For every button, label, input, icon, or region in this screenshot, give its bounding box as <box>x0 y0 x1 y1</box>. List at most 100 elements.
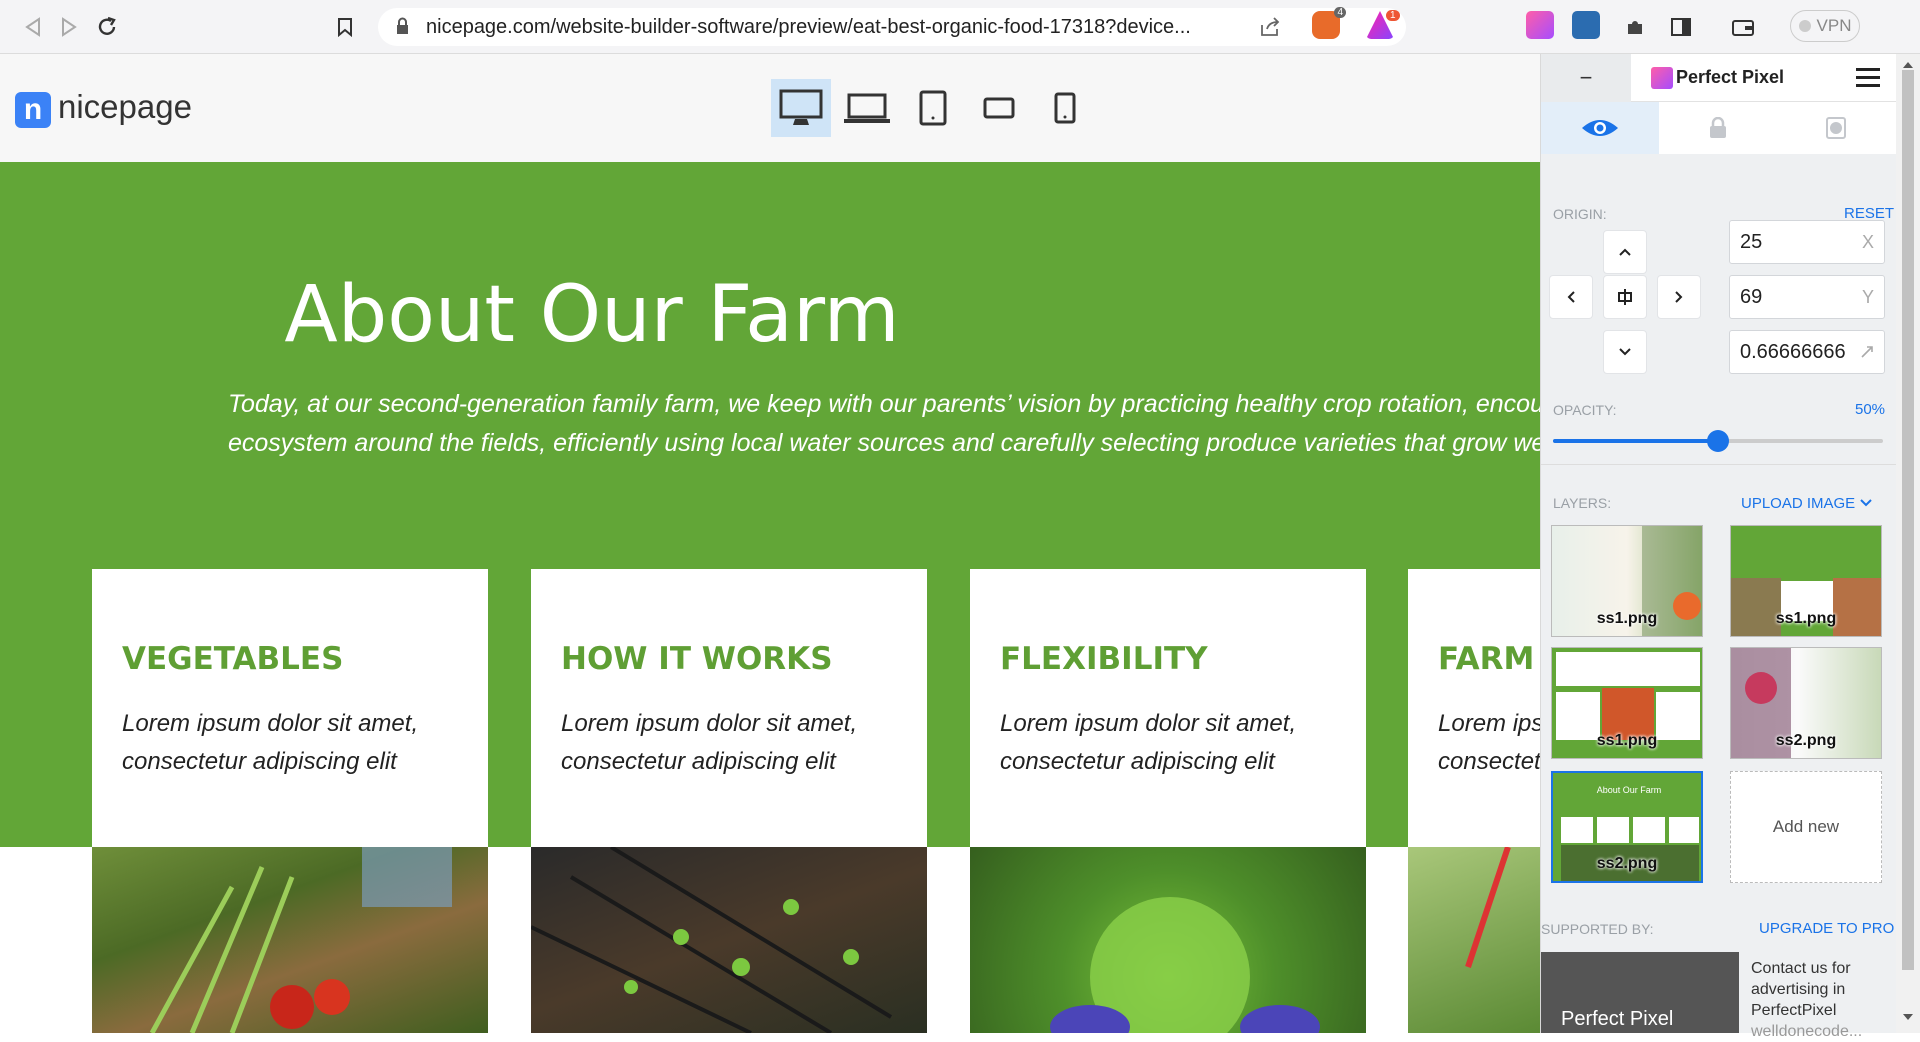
vpn-label: VPN <box>1816 16 1852 35</box>
y-value: 69 <box>1740 285 1763 308</box>
card-title: VEGETABLES <box>122 641 344 677</box>
wallet-icon[interactable] <box>1728 12 1758 42</box>
chevron-down-icon <box>1860 499 1873 507</box>
share-icon[interactable] <box>1255 12 1285 42</box>
x-suffix: X <box>1861 231 1874 252</box>
scale-input[interactable]: 0.66666666 <box>1729 330 1885 374</box>
minimize-button[interactable]: − <box>1541 54 1631 102</box>
card-text: Lorem ipsum dolor sit amet,consectetur a… <box>1000 710 1297 775</box>
layer-name: ss1.png <box>1596 610 1658 627</box>
origin-x-input[interactable]: 25 X <box>1729 220 1885 264</box>
ad-image[interactable]: Perfect Pixel <box>1541 952 1739 1033</box>
preview-page: n nicepage About Our Farm Today, at our … <box>0 54 1540 1033</box>
center-icon <box>1618 289 1632 305</box>
lock-icon <box>397 17 408 34</box>
x-value: 25 <box>1740 230 1763 253</box>
layer-thumbnail[interactable]: ss1.png <box>1730 525 1882 637</box>
seedlings-photo <box>531 847 927 1033</box>
vegetables-photo <box>92 847 488 1033</box>
feature-card: VEGETABLES Lorem ipsum dolor sit amet, co… <box>92 569 488 847</box>
lock-tab[interactable] <box>1659 102 1777 154</box>
url-text: nicepage.com/website-builder-software/pr… <box>426 15 1191 38</box>
invert-icon <box>1826 117 1846 139</box>
bookmark-icon[interactable] <box>330 12 360 42</box>
resize-icon <box>1861 346 1873 358</box>
sidebar-icon[interactable] <box>1666 12 1696 42</box>
layer-thumbnail[interactable]: ss1.png <box>1551 647 1703 759</box>
layer-name: ss2.png <box>1596 855 1658 872</box>
y-suffix: Y <box>1861 286 1874 307</box>
nicepage-header: n nicepage <box>0 54 1540 162</box>
upload-image-link[interactable]: UPLOAD IMAGE <box>1741 495 1873 512</box>
panel-title: Perfect Pixel <box>1676 67 1785 87</box>
move-up-button[interactable] <box>1603 230 1647 274</box>
invert-tab[interactable] <box>1777 102 1895 154</box>
eye-icon <box>1582 120 1618 136</box>
vpn-toggle[interactable]: VPN <box>1790 10 1860 42</box>
layer-thumbnail[interactable]: ss1.png <box>1551 525 1703 637</box>
layer-name: ss1.png <box>1775 610 1837 627</box>
move-left-button[interactable] <box>1549 275 1593 319</box>
farm-photo <box>1408 847 1540 1033</box>
brave-badge: 4 <box>1334 7 1346 18</box>
rewards-badge: 1 <box>1386 10 1400 21</box>
card-title: FARM PRODUCTS <box>1438 641 1540 677</box>
move-right-button[interactable] <box>1657 275 1701 319</box>
brave-shield-icon[interactable]: 4 <box>1312 7 1346 39</box>
move-down-button[interactable] <box>1603 330 1647 374</box>
ad-text[interactable]: Contact us for advertising in PerfectPix… <box>1751 958 1891 1042</box>
perfect-pixel-panel: − Perfect Pixel ORIGIN: RESET 25 X 69 Y <box>1540 54 1897 1040</box>
opacity-value: 50% <box>1855 401 1886 418</box>
perfect-pixel-logo-icon <box>1651 67 1673 89</box>
menu-icon[interactable] <box>1856 67 1880 87</box>
layer-name: ss1.png <box>1596 732 1658 749</box>
laptop-icon[interactable] <box>837 79 897 137</box>
origin-label: ORIGIN: <box>1553 206 1607 222</box>
panel-tabs <box>1541 102 1897 154</box>
opacity-slider-fill <box>1553 439 1718 443</box>
opacity-label: OPACITY: <box>1553 402 1617 418</box>
perfect-pixel-ext-icon[interactable] <box>1526 11 1554 39</box>
layer-thumbnail[interactable]: ss2.png <box>1730 647 1882 759</box>
opacity-slider-knob[interactable] <box>1707 430 1729 452</box>
card-text: Lorem ipsum dolor sit amet,consectetur a… <box>122 710 419 775</box>
feature-card: HOW IT WORKS Lorem ipsum dolor sit amet,… <box>531 569 927 847</box>
lettuce-photo <box>970 847 1366 1033</box>
ad-brand: Perfect Pixel <box>1561 1008 1674 1030</box>
forward-icon[interactable] <box>54 12 84 42</box>
panel-scrollbar[interactable] <box>1896 54 1920 1033</box>
tablet-landscape-icon[interactable] <box>969 79 1029 137</box>
supported-by-label: SUPPORTED BY: <box>1541 921 1654 937</box>
description-line-2: ecosystem around the fields, efficiently… <box>228 429 1540 457</box>
center-button[interactable] <box>1603 275 1647 319</box>
upgrade-link[interactable]: UPGRADE TO PRO <box>1759 920 1894 937</box>
visibility-tab[interactable] <box>1541 102 1659 154</box>
origin-y-input[interactable]: 69 Y <box>1729 275 1885 319</box>
panel-header: − Perfect Pixel <box>1541 54 1897 102</box>
back-icon[interactable] <box>18 12 48 42</box>
feature-card: FLEXIBILITY Lorem ipsum dolor sit amet, c… <box>970 569 1366 847</box>
add-new-layer-button[interactable]: Add new <box>1730 771 1882 883</box>
card-text: Lorem ipsum dolor sit amet,consectetur a… <box>1438 710 1540 775</box>
opacity-slider[interactable] <box>1553 430 1883 452</box>
section-title: About Our Farm <box>284 270 900 360</box>
extensions-icon[interactable] <box>1620 12 1650 42</box>
section-description: Today, at our second-generation family f… <box>228 385 1540 463</box>
nicepage-logo-icon[interactable]: n <box>15 92 51 128</box>
nicepage-logo-text[interactable]: nicepage <box>58 88 192 126</box>
scale-value: 0.66666666 <box>1740 340 1846 363</box>
layer-name: ss2.png <box>1775 732 1837 749</box>
desktop-icon[interactable] <box>771 79 831 137</box>
lock-icon <box>1710 117 1726 138</box>
url-bar[interactable]: nicepage.com/website-builder-software/pr… <box>378 8 1406 46</box>
description-line-1: Today, at our second-generation family f… <box>228 390 1540 418</box>
tablet-icon[interactable] <box>903 79 963 137</box>
card-title: FLEXIBILITY <box>1000 641 1208 677</box>
layer-thumbnail-active[interactable]: About Our Farm ss2.png <box>1551 771 1703 883</box>
reload-icon[interactable] <box>92 12 122 42</box>
browser-toolbar: nicepage.com/website-builder-software/pr… <box>0 0 1920 54</box>
s-ext-icon[interactable] <box>1572 11 1600 39</box>
phone-icon[interactable] <box>1035 79 1095 137</box>
layers-label: LAYERS: <box>1553 495 1612 511</box>
card-text: Lorem ipsum dolor sit amet,consectetur a… <box>561 710 858 775</box>
